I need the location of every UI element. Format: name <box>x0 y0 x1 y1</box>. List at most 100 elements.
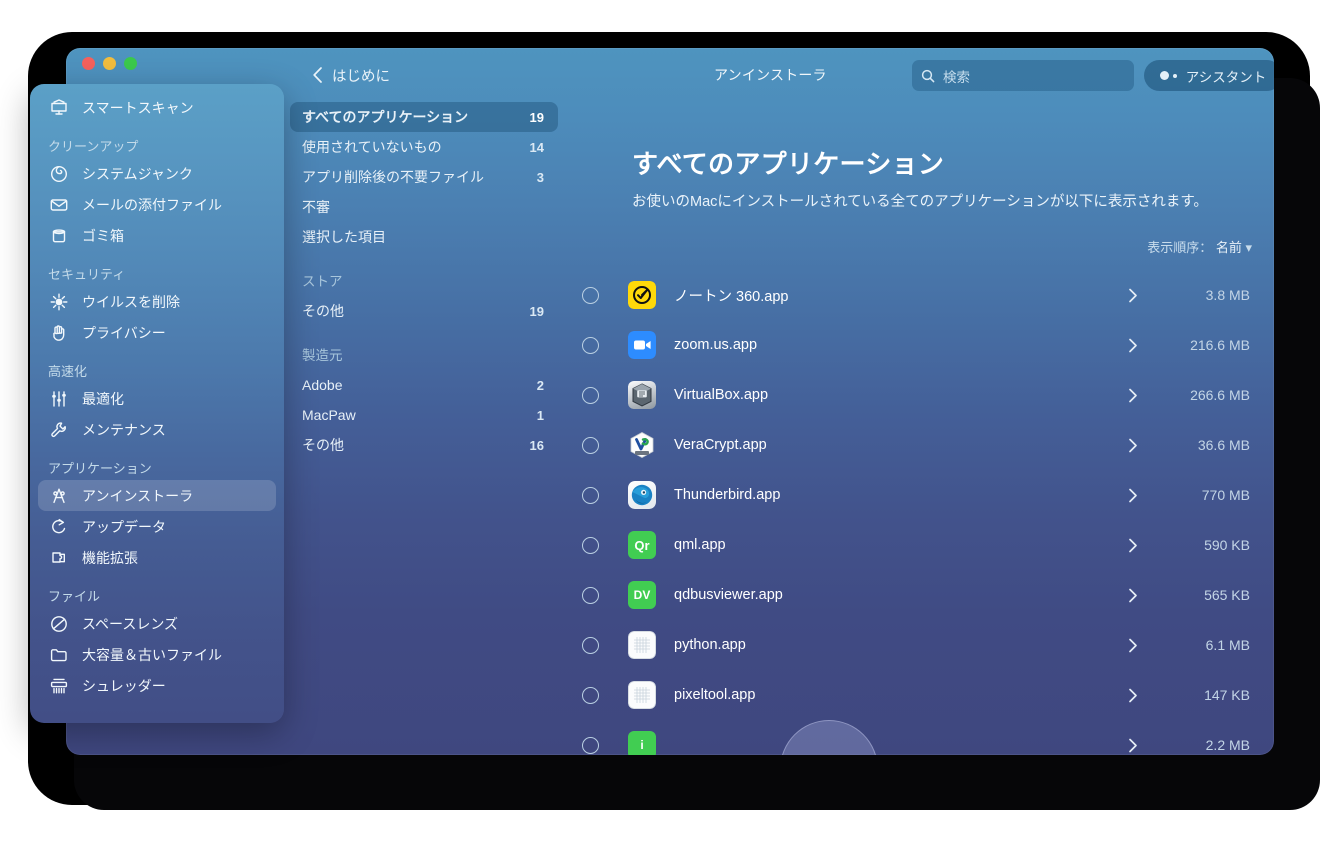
app-row[interactable]: Qrqml.app590 KB <box>564 520 1274 570</box>
virtualbox-icon <box>628 381 656 409</box>
back-button[interactable]: はじめに <box>312 65 390 86</box>
app-row[interactable]: i2.2 MB <box>564 720 1274 755</box>
traffic-lights <box>82 57 137 70</box>
filter-count: 1 <box>537 408 544 423</box>
app-size: 590 KB <box>1166 537 1250 553</box>
filter-item[interactable]: 不審 <box>290 192 558 222</box>
sidebar-group-label: ファイル <box>30 586 284 605</box>
filter-label: 使用されていないもの <box>302 137 530 157</box>
chevron-right-icon[interactable] <box>1128 338 1138 353</box>
sort-value: 名前 <box>1216 240 1242 255</box>
sidebar-item-shredder[interactable]: シュレッダー <box>38 670 276 701</box>
app-select-checkbox[interactable] <box>582 587 599 604</box>
app-select-checkbox[interactable] <box>582 337 599 354</box>
sidebar-item-system-junk[interactable]: システムジャンク <box>38 158 276 189</box>
filter-label: Adobe <box>302 377 537 393</box>
filter-item[interactable]: 使用されていないもの14 <box>290 132 558 162</box>
sidebar-item-label: ゴミ箱 <box>82 226 124 246</box>
app-select-checkbox[interactable] <box>582 287 599 304</box>
sidebar-item-updater[interactable]: アップデータ <box>38 511 276 542</box>
app-row[interactable]: DVqdbusviewer.app565 KB <box>564 570 1274 620</box>
app-row[interactable]: Thunderbird.app770 MB <box>564 470 1274 520</box>
chevron-right-icon[interactable] <box>1128 538 1138 553</box>
sidebar-item-extensions[interactable]: 機能拡張 <box>38 542 276 573</box>
filter-label: 選択した項目 <box>302 227 544 247</box>
app-row[interactable]: VeraCrypt.app36.6 MB <box>564 420 1274 470</box>
app-name: VeraCrypt.app <box>674 437 1128 453</box>
chevron-right-icon[interactable] <box>1128 638 1138 653</box>
chevron-right-icon[interactable] <box>1128 288 1138 303</box>
chevron-right-icon[interactable] <box>1128 738 1138 753</box>
app-row[interactable]: python.app6.1 MB <box>564 620 1274 670</box>
sidebar-item-space-lens[interactable]: スペースレンズ <box>38 608 276 639</box>
filter-count: 16 <box>530 438 544 453</box>
shredder-icon <box>48 675 70 697</box>
sidebar-item-virus[interactable]: ウイルスを削除 <box>38 286 276 317</box>
filter-item-vendor[interactable]: その他16 <box>290 430 558 460</box>
filter-item-store[interactable]: その他19 <box>290 296 558 326</box>
app-row[interactable]: zoom.us.app216.6 MB <box>564 320 1274 370</box>
filter-label: その他 <box>302 435 530 455</box>
assistant-dot-icon <box>1160 71 1169 80</box>
sidebar-item-label: アンインストーラ <box>82 486 193 506</box>
app-row[interactable]: VirtualBox.app 266.6 MB <box>564 370 1274 420</box>
app-select-checkbox[interactable] <box>582 387 599 404</box>
filter-label: MacPaw <box>302 407 537 423</box>
zoom-button[interactable] <box>124 57 137 70</box>
app-select-checkbox[interactable] <box>582 737 599 754</box>
app-select-checkbox[interactable] <box>582 537 599 554</box>
chevron-right-icon[interactable] <box>1128 588 1138 603</box>
app-size: 266.6 MB <box>1166 387 1250 403</box>
qml-icon: Qr <box>628 531 656 559</box>
application-list: ノートン 360.app3.8 MBzoom.us.app216.6 MBVir… <box>564 270 1274 755</box>
sidebar-item-maintenance-wrench[interactable]: メンテナンス <box>38 414 276 445</box>
sidebar-item-trash[interactable]: ゴミ箱 <box>38 220 276 251</box>
app-row[interactable]: pixeltool.app147 KB <box>564 670 1274 720</box>
system-junk-icon <box>48 163 70 185</box>
sort-control[interactable]: 表示順序： 名前 ▾ <box>564 237 1274 256</box>
chevron-right-icon[interactable] <box>1128 438 1138 453</box>
screenshot-root: はじめに アンインストーラ 検索 アシスタント すべてのアプリケーション19使用… <box>0 0 1340 843</box>
app-select-checkbox[interactable] <box>582 437 599 454</box>
filter-item-vendor[interactable]: MacPaw1 <box>290 400 558 430</box>
large-old-files-icon <box>48 644 70 666</box>
smart-scan-icon <box>48 97 70 119</box>
app-row[interactable]: ノートン 360.app3.8 MB <box>564 270 1274 320</box>
sidebar-item-mail-attachment[interactable]: メールの添付ファイル <box>38 189 276 220</box>
sidebar-item-large-old-files[interactable]: 大容量＆古いファイル <box>38 639 276 670</box>
page-subtitle: お使いのMacにインストールされている全てのアプリケーションが以下に表示されます… <box>632 190 1274 211</box>
sidebar-item-label: アップデータ <box>82 517 166 537</box>
space-lens-icon <box>48 613 70 635</box>
sidebar-item-label: メンテナンス <box>82 420 166 440</box>
filter-group-vendor: 製造元 <box>290 344 564 364</box>
app-name: VirtualBox.app <box>674 387 1128 403</box>
assistant-button[interactable]: アシスタント <box>1144 60 1274 91</box>
app-select-checkbox[interactable] <box>582 687 599 704</box>
search-icon <box>921 69 935 83</box>
sidebar-item-privacy-hand[interactable]: プライバシー <box>38 317 276 348</box>
close-button[interactable] <box>82 57 95 70</box>
sidebar-item-label: シュレッダー <box>82 676 166 696</box>
veracrypt-icon <box>628 431 656 459</box>
chevron-right-icon[interactable] <box>1128 488 1138 503</box>
filter-item-vendor[interactable]: Adobe2 <box>290 370 558 400</box>
filter-count: 14 <box>530 140 544 155</box>
sidebar-item-label: スペースレンズ <box>82 614 178 634</box>
app-size: 2.2 MB <box>1166 737 1250 753</box>
app-select-checkbox[interactable] <box>582 487 599 504</box>
filter-item[interactable]: アプリ削除後の不要ファイル3 <box>290 162 558 192</box>
chevron-right-icon[interactable] <box>1128 688 1138 703</box>
sidebar-item-optimization-sliders[interactable]: 最適化 <box>38 383 276 414</box>
filter-item[interactable]: 選択した項目 <box>290 222 558 252</box>
search-field[interactable]: 検索 <box>912 60 1134 91</box>
assistant-dot2-icon <box>1173 74 1177 78</box>
minimize-button[interactable] <box>103 57 116 70</box>
virus-icon <box>48 291 70 313</box>
sidebar-item-uninstaller[interactable]: アンインストーラ <box>38 480 276 511</box>
sidebar-item-smart-scan[interactable]: スマートスキャン <box>38 92 276 123</box>
app-select-checkbox[interactable] <box>582 637 599 654</box>
chevron-right-icon[interactable] <box>1128 388 1138 403</box>
filter-count: 19 <box>530 304 544 319</box>
toolbar-title: アンインストーラ <box>714 65 827 85</box>
filter-item[interactable]: すべてのアプリケーション19 <box>290 102 558 132</box>
